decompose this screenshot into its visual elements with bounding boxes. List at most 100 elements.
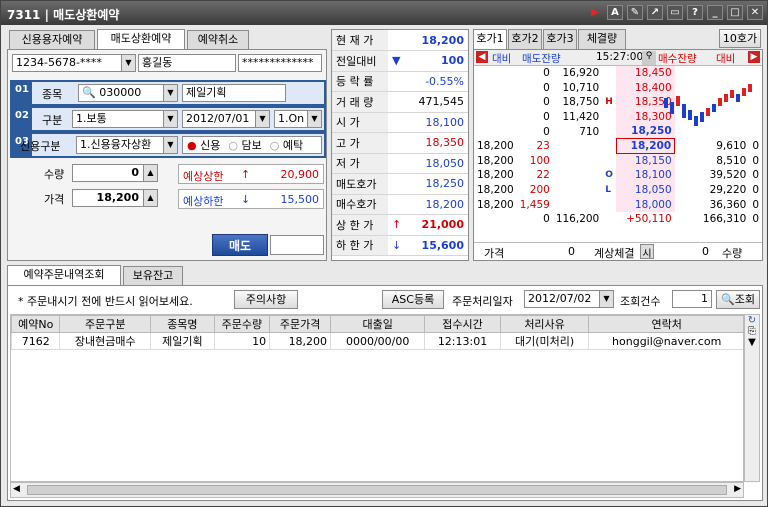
empty-cell — [151, 350, 215, 367]
maximize-icon[interactable]: □ — [727, 5, 743, 20]
play-icon[interactable]: ▶ — [587, 5, 603, 20]
empty-cell — [214, 435, 270, 452]
column-header[interactable]: 연락처 — [588, 315, 743, 333]
notice-text: * 주문내시기 전에 반드시 읽어보세요. — [18, 295, 193, 308]
bid-gap — [553, 168, 602, 183]
bid-qty: 8,510 — [716, 154, 747, 167]
column-header[interactable]: 주문가격 — [269, 315, 332, 333]
empty-cell — [500, 384, 589, 401]
hoga-header-diff: 대비 — [492, 53, 512, 65]
scroll-thumb[interactable] — [27, 485, 727, 495]
column-header[interactable]: 종목명 — [150, 315, 215, 333]
tab-credit-loan[interactable]: 신용용자예약 — [9, 30, 95, 50]
table-cell: 12:13:01 — [424, 332, 501, 350]
close-icon[interactable]: ✕ — [747, 5, 763, 20]
quote-value: 21,000 — [421, 218, 464, 232]
stepper-icon[interactable]: ▲ — [143, 165, 157, 181]
table-row[interactable]: 7162 장내현금매수 제일기획 10 18,200 0000/00/00 12:13:01… — [11, 332, 743, 350]
scroll-down-icon[interactable]: ▼ — [745, 337, 759, 348]
quote-value-cell: ▼ 100 — [388, 50, 468, 72]
count-input[interactable]: 1 — [672, 290, 712, 308]
qty-label: 수량 — [44, 168, 65, 181]
date-select[interactable]: 2012/07/01 ▼ — [182, 110, 270, 128]
hoga-header-diff2: 대비 — [716, 53, 736, 65]
column-header[interactable]: 주문구분 — [59, 315, 152, 333]
footer-price: 0 — [568, 245, 575, 258]
ask-qty: 11,420 — [562, 111, 600, 124]
tab-reservation-list[interactable]: 예약주문내역조회 — [7, 265, 121, 286]
export-icon[interactable]: ⎘ — [745, 326, 759, 337]
hoga-table-area: ◀ 대비 매도잔량 15:27:00 ⚲ 매수잔량 대비 ▶ 0 16,920 18… — [473, 49, 763, 261]
stepper-icon[interactable]: ▲ — [143, 190, 157, 206]
hoga-tab[interactable]: 체결량 — [578, 29, 626, 49]
empty-cell — [425, 367, 500, 384]
price-input[interactable]: 18,200 ▲ — [72, 189, 158, 207]
quote-value-cell: ↓ 15,600 — [388, 235, 468, 256]
reservation-panel: * 주문내시기 전에 반드시 읽어보세요. 주의사항 ASC등록 주문처리일자 … — [7, 285, 763, 501]
caution-button[interactable]: 주의사항 — [234, 290, 298, 309]
horizontal-scrollbar[interactable]: ◀ ▶ — [10, 482, 744, 498]
scroll-left-icon[interactable]: ◀ — [13, 484, 20, 494]
credit-select[interactable]: 1.신용융자상환 ▼ — [76, 136, 178, 154]
tab-holdings[interactable]: 보유잔고 — [123, 266, 183, 286]
search-button[interactable]: 🔍조회 — [716, 290, 760, 309]
quote-row: 전일대비 ▼ 100 — [332, 50, 468, 72]
hoga-tab[interactable]: 호가2 — [508, 29, 542, 49]
quote-value: 18,200 — [421, 33, 464, 47]
account-number: 1234-5678-**** — [16, 56, 102, 69]
qty-input[interactable]: 0 ▲ — [72, 164, 158, 182]
footer-mid-label: 계상체결 — [594, 247, 635, 260]
search-icon: 🔍 — [721, 293, 735, 306]
bid-price: 18,100 — [616, 168, 675, 183]
footer-button[interactable]: 시 — [640, 244, 654, 260]
bid-marker — [602, 197, 616, 212]
password-field[interactable]: ************* — [238, 54, 322, 72]
type-select[interactable]: 1.보통 ▼ — [72, 110, 178, 128]
column-header[interactable]: 처리사유 — [499, 315, 590, 333]
scroll-right-icon[interactable]: ▶ — [734, 484, 741, 494]
tab-sell-repay[interactable]: 매도상환예약 — [97, 29, 185, 50]
minimize-icon[interactable]: _ — [707, 5, 723, 20]
a-icon[interactable]: A — [607, 5, 623, 20]
sell-button[interactable]: 매도 — [212, 234, 268, 256]
radio-collateral[interactable]: ○ 담보 — [228, 137, 261, 153]
tab-cancel[interactable]: 예약취소 — [187, 30, 249, 50]
pin-icon[interactable]: ⚲ — [642, 51, 656, 65]
help-icon[interactable]: ? — [687, 5, 703, 20]
edit-icon[interactable]: ✎ — [627, 5, 643, 20]
order-date-select[interactable]: 2012/07/02 ▼ — [524, 290, 614, 308]
stock-code-input[interactable]: 🔍 030000 ▼ — [78, 84, 178, 102]
ask-marker — [602, 81, 616, 96]
window-icon[interactable]: ▭ — [667, 5, 683, 20]
column-header[interactable]: 대출일 — [330, 315, 426, 333]
quote-value: 100 — [441, 54, 464, 68]
bid-close: 18,200 — [477, 140, 514, 153]
refresh-icon[interactable]: ↻ — [745, 315, 759, 326]
confirm-field[interactable] — [270, 235, 324, 255]
option-select[interactable]: 1.On ▼ — [274, 110, 322, 128]
account-select[interactable]: 1234-5678-**** ▼ — [12, 54, 136, 72]
empty-cell — [425, 350, 500, 367]
type-row: 02 구분 1.보통 ▼ 2012/07/01 ▼ 1.On ▼ — [10, 106, 326, 132]
column-header[interactable]: 예약No — [11, 315, 61, 333]
hoga-tab[interactable]: 호가3 — [543, 29, 577, 49]
link-icon[interactable]: ↗ — [647, 5, 663, 20]
bid-qty: 39,520 — [709, 169, 747, 182]
hoga-tab[interactable]: 호가1 — [473, 29, 507, 49]
quote-value-cell: 18,050 — [388, 153, 468, 174]
radio-deposit[interactable]: ○ 예탁 — [270, 137, 303, 153]
search-icon[interactable]: 🔍 — [82, 86, 96, 99]
ask-qty: 710 — [579, 125, 600, 138]
ten-hoga-button[interactable]: 10호가 — [719, 29, 761, 48]
asc-register-button[interactable]: ASC등록 — [382, 290, 444, 309]
column-header[interactable]: 접수시간 — [424, 315, 501, 333]
radio-credit[interactable]: ● 신용 — [187, 137, 220, 153]
empty-cell — [151, 401, 215, 418]
radio-deposit-label: 예탁 — [282, 139, 304, 152]
prev-icon[interactable]: ◀ — [476, 51, 488, 63]
ask-empty — [474, 124, 517, 139]
empty-cell — [151, 367, 215, 384]
column-header[interactable]: 주문수량 — [213, 315, 271, 333]
next-icon[interactable]: ▶ — [748, 51, 760, 63]
table-cell: honggil@naver.com — [588, 332, 743, 350]
